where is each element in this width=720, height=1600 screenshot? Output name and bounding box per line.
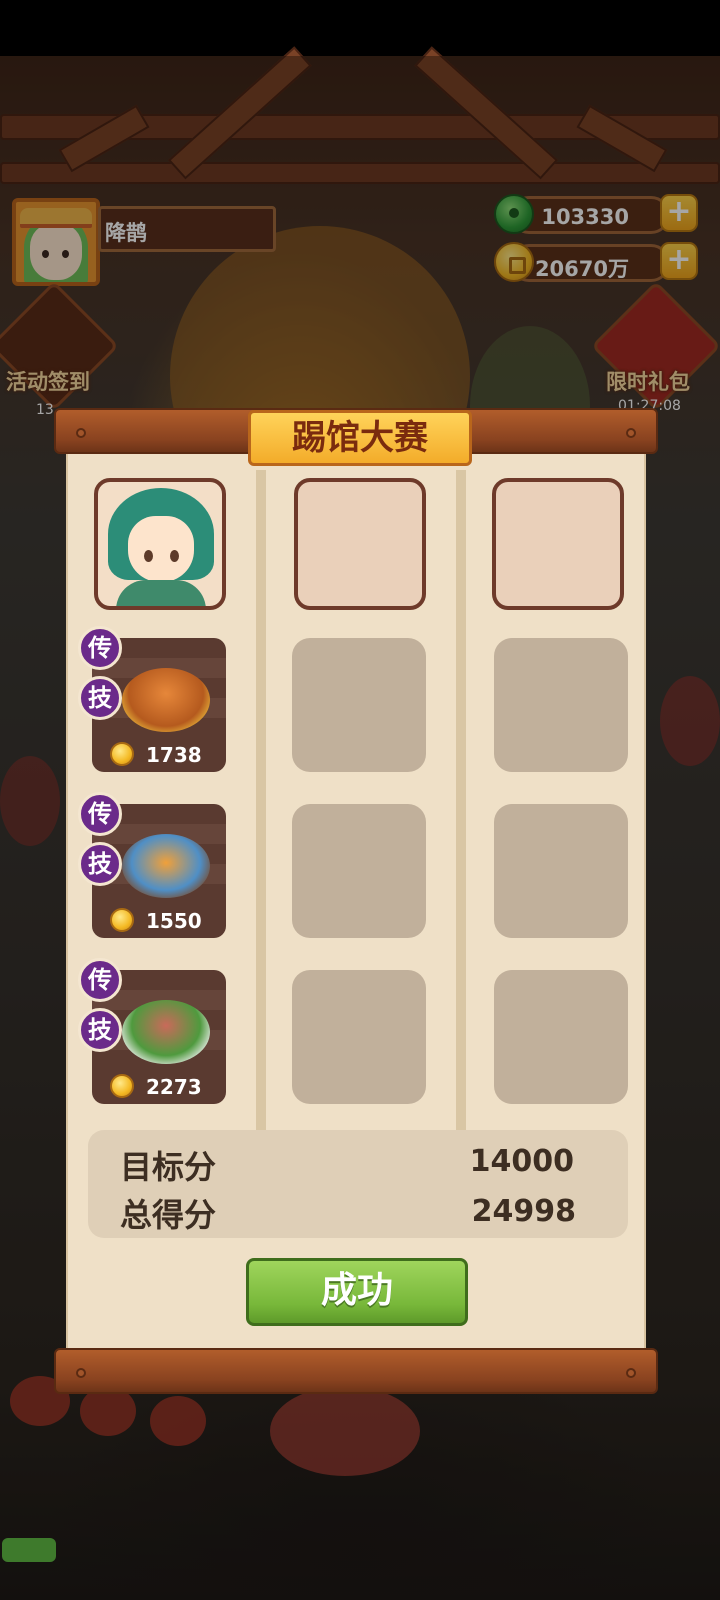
opponent-chef-slot-2[interactable] — [492, 478, 624, 610]
dish-score-row: 1738 — [92, 738, 226, 772]
dish-score-row: 2273 — [92, 1070, 226, 1104]
chef-robe — [116, 580, 206, 606]
coin-icon — [110, 742, 134, 766]
coin-icon — [110, 1074, 134, 1098]
nail — [626, 428, 636, 438]
column-divider — [256, 470, 266, 1130]
total-score-value: 24998 — [471, 1194, 576, 1229]
chef-face — [128, 516, 194, 582]
nail — [76, 428, 86, 438]
chef-eye — [144, 550, 153, 562]
target-score-value: 14000 — [469, 1144, 574, 1179]
coin-icon — [110, 908, 134, 932]
hotpot-icon — [122, 834, 210, 898]
bottom-toggle[interactable] — [2, 1538, 56, 1562]
score-summary: 目标分 14000 总得分 24998 — [88, 1130, 628, 1238]
empty-dish-slot — [292, 638, 426, 772]
empty-dish-slot — [494, 804, 628, 938]
dish-score: 1550 — [146, 909, 202, 933]
empty-dish-slot — [292, 804, 426, 938]
skill-badge: 技 — [78, 676, 122, 720]
dish-score: 2273 — [146, 1075, 202, 1099]
empty-dish-slot — [494, 638, 628, 772]
meat-salad-icon — [122, 1000, 210, 1064]
success-button[interactable]: 成功 — [246, 1258, 468, 1326]
player-chef-slot[interactable] — [94, 478, 226, 610]
nail — [626, 1368, 636, 1378]
skill-badge: 技 — [78, 842, 122, 886]
status-bar — [0, 0, 720, 56]
skill-badge: 技 — [78, 1008, 122, 1052]
total-score-label: 总得分 — [120, 1196, 217, 1234]
legend-badge: 传 — [78, 626, 122, 670]
opponent-chef-slot-1[interactable] — [294, 478, 426, 610]
dish-score-row: 1550 — [92, 904, 226, 938]
dish-score: 1738 — [146, 743, 202, 767]
legend-badge: 传 — [78, 792, 122, 836]
legend-badge: 传 — [78, 958, 122, 1002]
empty-dish-slot — [494, 970, 628, 1104]
dialog-bottom-plank — [54, 1348, 658, 1394]
chef-eye — [170, 550, 179, 562]
dialog-title: 踢馆大赛 — [248, 410, 472, 466]
roast-chicken-icon — [122, 668, 210, 732]
target-score-label: 目标分 — [120, 1148, 217, 1186]
nail — [76, 1368, 86, 1378]
empty-dish-slot — [292, 970, 426, 1104]
column-divider — [456, 470, 466, 1130]
